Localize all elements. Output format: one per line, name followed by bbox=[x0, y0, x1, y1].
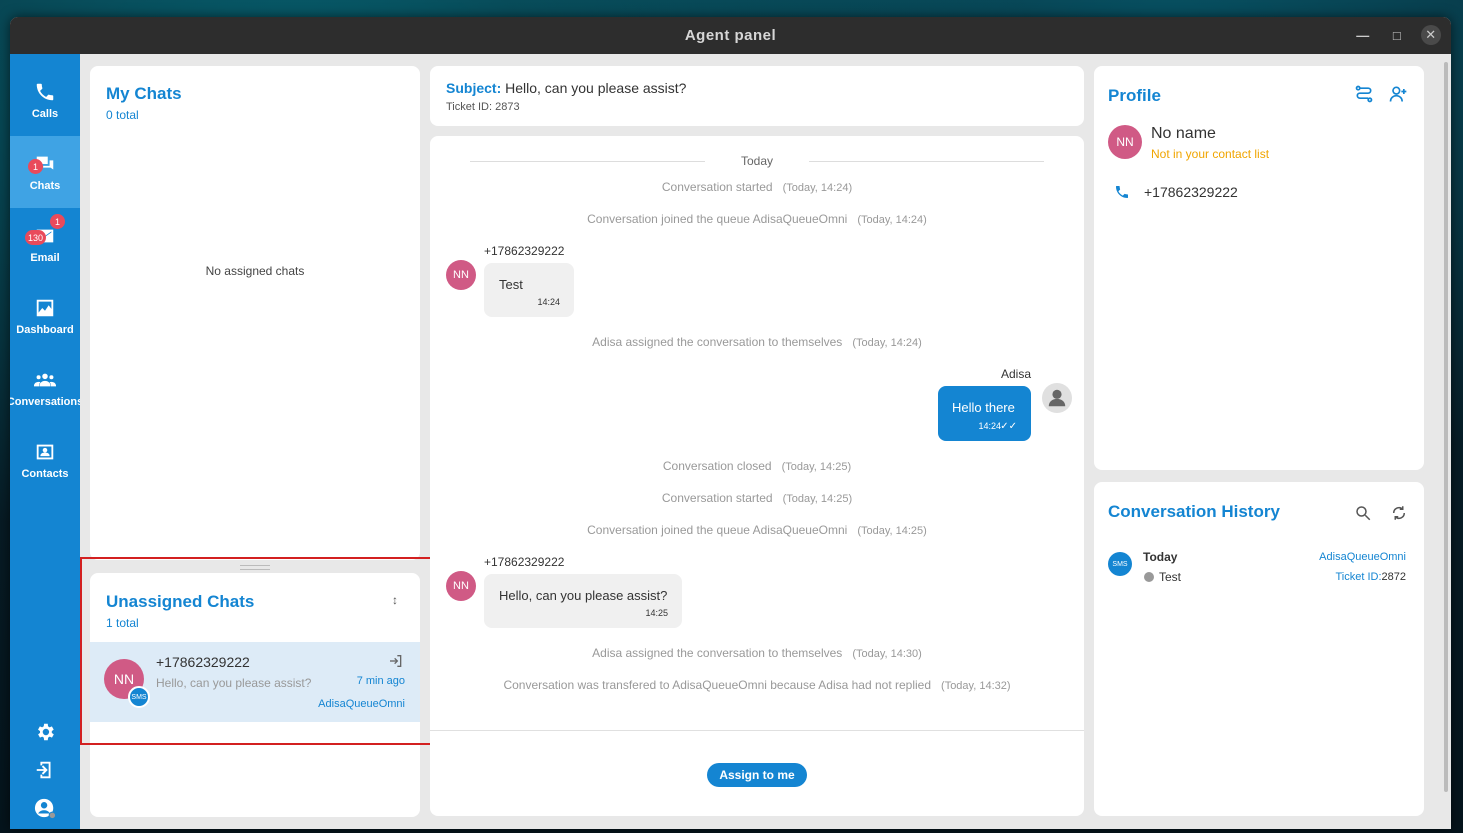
sidebar-bottom bbox=[10, 721, 80, 819]
chats-badge: 1 bbox=[28, 159, 43, 174]
chat-list-item[interactable]: NN SMS +17862329222 Hello, can you pleas… bbox=[90, 642, 420, 722]
system-event: Conversation was transfered to AdisaQueu… bbox=[503, 678, 1011, 692]
message-bubble: Test 14:24 bbox=[484, 263, 574, 317]
enter-chat-icon[interactable] bbox=[388, 653, 404, 669]
scrollbar[interactable] bbox=[1444, 62, 1448, 792]
divider bbox=[430, 730, 1084, 731]
sms-channel-badge: SMS bbox=[128, 686, 150, 708]
message-sender: +17862329222 bbox=[484, 244, 565, 258]
avatar: NN bbox=[1108, 125, 1142, 159]
sidebar-item-dashboard[interactable]: Dashboard bbox=[10, 280, 80, 352]
system-event: Adisa assigned the conversation to thems… bbox=[592, 335, 922, 349]
conversation-history-panel: Conversation History SMS Today Test Adis… bbox=[1094, 482, 1424, 816]
sidebar-item-label: Dashboard bbox=[16, 323, 74, 336]
profile-title: Profile bbox=[1108, 86, 1161, 105]
add-contact-icon[interactable] bbox=[1388, 84, 1408, 104]
email-badge: 1 bbox=[50, 214, 65, 229]
route-icon[interactable] bbox=[1354, 84, 1374, 104]
system-event: Adisa assigned the conversation to thems… bbox=[592, 646, 922, 660]
gear-icon[interactable] bbox=[34, 721, 56, 743]
history-day: Today bbox=[1143, 550, 1178, 564]
history-queue: AdisaQueueOmni bbox=[1319, 551, 1406, 563]
profile-phone[interactable]: +17862329222 bbox=[1144, 184, 1238, 200]
refresh-icon[interactable] bbox=[1390, 504, 1408, 522]
message-bubble: Hello, can you please assist? 14:25 bbox=[484, 574, 682, 628]
sidebar-item-label: Contacts bbox=[21, 467, 69, 480]
chat-contact-name: +17862329222 bbox=[156, 654, 250, 670]
sidebar-item-contacts[interactable]: Contacts bbox=[10, 424, 80, 496]
maximize-button[interactable]: □ bbox=[1387, 25, 1407, 45]
sidebar-item-label: Chats bbox=[29, 179, 61, 192]
chat-queue: AdisaQueueOmni bbox=[318, 698, 405, 710]
collapse-icon[interactable]: ↕ bbox=[392, 593, 398, 607]
day-separator: Today bbox=[470, 154, 1044, 168]
history-ticket: Ticket ID:2872 bbox=[1335, 571, 1406, 583]
message-sender: Adisa bbox=[1000, 367, 1031, 381]
subject-panel: Subject: Hello, can you please assist? T… bbox=[430, 66, 1084, 126]
history-title: Conversation History bbox=[1108, 502, 1280, 521]
app-window: Agent panel — □ ✕ Calls 1 Chats 1 130 Em… bbox=[10, 17, 1451, 829]
unassigned-chats-count: 1 total bbox=[106, 616, 139, 630]
avatar: NN bbox=[446, 571, 476, 601]
sidebar-item-calls[interactable]: Calls bbox=[10, 64, 80, 136]
close-button[interactable]: ✕ bbox=[1421, 25, 1441, 45]
chat-preview: Hello, can you please assist? bbox=[156, 676, 312, 690]
main-content: My Chats 0 total No assigned chats Unass… bbox=[80, 54, 1451, 829]
my-chats-panel: My Chats 0 total No assigned chats bbox=[90, 66, 420, 560]
window-controls: — □ ✕ bbox=[1353, 25, 1441, 45]
agent-avatar-icon bbox=[1042, 383, 1072, 413]
image-chart-icon bbox=[36, 299, 54, 316]
sidebar-item-chats[interactable]: 1 Chats bbox=[10, 136, 80, 208]
status-dot-icon bbox=[1144, 572, 1154, 582]
read-receipt-icon: ✓✓ bbox=[1000, 421, 1017, 432]
system-event: Conversation started (Today, 14:25) bbox=[661, 491, 853, 505]
profile-note: Not in your contact list bbox=[1151, 147, 1270, 161]
ticket-id: Ticket ID: 2873 bbox=[446, 101, 520, 113]
phone-icon bbox=[1116, 186, 1128, 198]
message-bubble: Hello there 14:24 ✓✓ bbox=[938, 386, 1031, 441]
user-status-icon[interactable] bbox=[34, 797, 56, 819]
window-title: Agent panel bbox=[684, 27, 777, 44]
unassigned-chats-panel: Unassigned Chats 1 total ↕ NN SMS +17862… bbox=[90, 573, 420, 817]
assign-to-me-button[interactable]: Assign to me bbox=[707, 763, 807, 787]
minimize-button[interactable]: — bbox=[1353, 25, 1373, 45]
sms-channel-badge: SMS bbox=[1108, 552, 1132, 576]
sidebar-item-email[interactable]: 1 130 Email bbox=[10, 208, 80, 280]
system-event: Conversation joined the queue AdisaQueue… bbox=[587, 212, 927, 226]
phone-icon bbox=[36, 83, 54, 100]
system-event: Conversation joined the queue AdisaQueue… bbox=[587, 523, 927, 537]
search-icon[interactable] bbox=[1354, 504, 1372, 522]
contact-card-icon bbox=[36, 444, 54, 459]
system-event: Conversation closed (Today, 14:25) bbox=[662, 459, 852, 473]
sidebar: Calls 1 Chats 1 130 Email Dashboard Conv… bbox=[10, 54, 84, 829]
logout-icon[interactable] bbox=[34, 759, 56, 781]
subject-label: Subject: bbox=[446, 80, 502, 96]
system-event: Conversation started (Today, 14:24) bbox=[661, 180, 853, 194]
avatar: NN bbox=[446, 260, 476, 290]
sidebar-item-label: Conversations bbox=[10, 395, 84, 408]
profile-name: No name bbox=[1151, 125, 1216, 142]
subject-text: Hello, can you please assist? bbox=[505, 80, 687, 96]
sidebar-item-label: Calls bbox=[31, 107, 59, 120]
chat-time: 7 min ago bbox=[356, 675, 405, 687]
history-message[interactable]: Test bbox=[1159, 570, 1181, 584]
email-count-badge: 130 bbox=[25, 230, 47, 245]
app-body: Calls 1 Chats 1 130 Email Dashboard Conv… bbox=[10, 54, 1451, 829]
profile-panel: Profile NN No name Not in your contact l… bbox=[1094, 66, 1424, 470]
conversation-panel: Today Conversation started (Today, 14:24)… bbox=[430, 136, 1084, 816]
group-icon bbox=[34, 373, 56, 386]
my-chats-count: 0 total bbox=[106, 108, 139, 122]
message-sender: +17862329222 bbox=[484, 555, 565, 569]
my-chats-title: My Chats bbox=[106, 84, 182, 103]
unassigned-chats-title: Unassigned Chats bbox=[106, 592, 255, 611]
empty-state-text: No assigned chats bbox=[205, 264, 305, 278]
title-bar: Agent panel — □ ✕ bbox=[10, 17, 1451, 54]
sidebar-item-label: Email bbox=[30, 251, 60, 264]
sidebar-item-conversations[interactable]: Conversations bbox=[10, 352, 84, 424]
resize-handle[interactable] bbox=[240, 565, 270, 570]
